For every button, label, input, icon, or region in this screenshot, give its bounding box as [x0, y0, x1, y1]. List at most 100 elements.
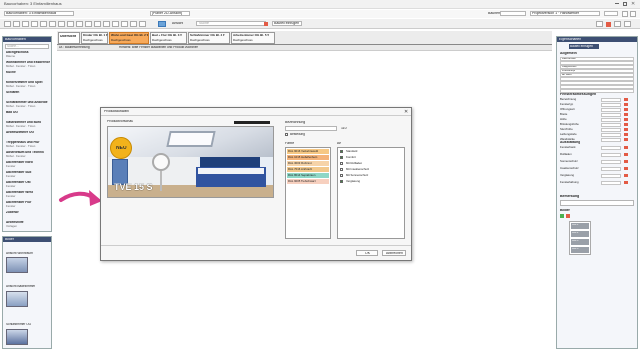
tree-item[interactable]: Kinderzimmer und Spiel [6, 81, 50, 84]
tool-button-4[interactable] [31, 21, 38, 27]
property-input[interactable] [601, 97, 621, 102]
tool-button-12[interactable] [103, 21, 110, 27]
property-reset-icon[interactable] [624, 133, 628, 136]
property-input[interactable] [601, 180, 621, 185]
property-input[interactable] [601, 152, 621, 157]
tool-button-10[interactable] [85, 21, 92, 27]
image-thumbnail-2[interactable] [6, 291, 28, 307]
color-option[interactable]: RAL 7016 Anthrazit [287, 167, 329, 172]
tool-button-3[interactable] [22, 21, 29, 27]
tree-item[interactable]: Dachfenster Süd [6, 171, 50, 174]
right-tool-2[interactable] [606, 22, 611, 27]
user-selector[interactable] [500, 11, 526, 16]
version-selector[interactable]: Projektversion 1 · Handwerker [530, 11, 600, 16]
tool-button-13[interactable] [112, 21, 119, 27]
tab-sheet-1[interactable]: Kinder OG Bl. 1 ▾ Dachgeschoss [81, 32, 108, 44]
tool-button-16[interactable] [139, 21, 146, 27]
property-input[interactable] [601, 117, 621, 122]
tree-item[interactable]: Dachfenster Nord [6, 161, 50, 164]
property-reset-icon[interactable] [624, 108, 628, 111]
tool-button-9[interactable] [76, 21, 83, 27]
tool-button-5[interactable] [40, 21, 47, 27]
general-input[interactable] [560, 61, 634, 65]
color-option[interactable]: RAL 8014 Sepiabraun [287, 173, 329, 178]
option-checkbox[interactable] [340, 168, 343, 171]
option-checkbox[interactable] [340, 150, 343, 153]
general-input[interactable]: Dachfenster [560, 57, 634, 61]
general-input[interactable]: Klappfenster [560, 65, 634, 69]
property-reset-icon[interactable] [624, 167, 628, 170]
property-input[interactable] [601, 107, 621, 112]
property-input[interactable] [601, 122, 621, 127]
image-thumbnail-3[interactable] [6, 329, 28, 345]
dimension-input[interactable] [285, 126, 337, 131]
property-reset-icon[interactable] [624, 146, 628, 149]
image-thumb[interactable]: Bild 1 [571, 223, 589, 229]
tree-item[interactable]: Schlafen [6, 91, 50, 94]
property-input[interactable] [601, 159, 621, 164]
general-input[interactable]: Druckknopf [560, 69, 634, 73]
property-reset-icon[interactable] [624, 98, 628, 101]
tool-button-11[interactable] [94, 21, 101, 27]
general-input[interactable]: ab Werk [560, 73, 634, 77]
tab-sheet-2[interactable]: Wohn und Gast OG Bl. 2 ▾ Dachgeschoss [109, 32, 149, 44]
tool-button-7[interactable] [58, 21, 65, 27]
option-checkbox[interactable] [340, 174, 343, 177]
tree-item[interactable]: Arbeitszimmer OG [6, 131, 50, 134]
search-input[interactable]: Suche [196, 21, 266, 26]
property-reset-icon[interactable] [624, 160, 628, 163]
view-toggle-button[interactable] [158, 21, 166, 27]
tree-item[interactable]: Bad OG [6, 111, 50, 114]
close-icon[interactable]: ✕ [631, 1, 635, 7]
right-tool-3[interactable] [614, 21, 621, 27]
property-reset-icon[interactable] [624, 181, 628, 184]
settings-button[interactable] [622, 11, 628, 17]
help-button[interactable] [630, 11, 636, 17]
zoom-selector[interactable] [604, 11, 618, 16]
tree-search-input[interactable]: Suche... [5, 44, 49, 49]
tree-item[interactable]: Küche [6, 71, 50, 74]
tree-item[interactable]: Dachfenster Ost [6, 181, 50, 184]
option-checkbox[interactable] [340, 156, 343, 159]
remark-input[interactable] [560, 200, 634, 206]
option-checkbox[interactable] [340, 162, 343, 165]
tab-sheet-5[interactable]: Arbeitszimmer OG Bl. 5 ▾ Dachgeschoss [231, 32, 275, 44]
option-checkbox[interactable] [340, 180, 343, 183]
maximize-icon[interactable] [623, 2, 627, 6]
tab-overview[interactable]: Übersicht [58, 32, 80, 44]
tree-item[interactable]: Wohnzimmer und Essbereich [6, 61, 50, 64]
project-selector[interactable]: Bauvorhaben: 3 Einfamilienhaus [4, 11, 74, 16]
tool-button-8[interactable] [67, 21, 74, 27]
general-input[interactable] [560, 85, 634, 89]
property-reset-icon[interactable] [624, 128, 628, 131]
property-reset-icon[interactable] [624, 174, 628, 177]
tree-item[interactable]: Dachgeschoss [6, 51, 50, 54]
property-input[interactable] [601, 127, 621, 132]
tab-sheet-3[interactable]: Bad + Flur OG Bl. 3 ▾ Dachgeschoss [150, 32, 187, 44]
color-option[interactable]: RAL 3003 Rubinrot [287, 161, 329, 166]
right-tool-1[interactable] [596, 21, 603, 27]
property-reset-icon[interactable] [624, 153, 628, 156]
property-reset-icon[interactable] [624, 118, 628, 121]
window-controls[interactable]: ✕ [615, 1, 637, 7]
tree-item[interactable]: Gästezimmer und Büro [6, 121, 50, 124]
tool-button-1[interactable] [4, 21, 11, 27]
tool-button-2[interactable] [13, 21, 20, 27]
image-thumb[interactable]: Bild 4 [571, 247, 589, 253]
image-thumb[interactable]: Bild 3 [571, 239, 589, 245]
property-input[interactable] [601, 132, 621, 137]
cancel-button[interactable]: Abbrechen [382, 250, 406, 256]
property-reset-icon[interactable] [624, 103, 628, 106]
minimize-icon[interactable] [615, 3, 619, 4]
insert-component-panel-button[interactable]: Bauteil einfügen [569, 44, 599, 49]
right-tool-4[interactable] [624, 21, 631, 27]
tree-item[interactable]: Dachfenster West [6, 191, 50, 194]
insert-component-button[interactable]: Bauteil einfügen [272, 21, 302, 26]
image-thumbnail-1[interactable] [6, 257, 28, 273]
general-input[interactable] [560, 89, 634, 93]
color-option[interactable]: RAL 1015 Hellelfenbein [287, 155, 329, 160]
image-thumb[interactable]: Bild 2 [571, 231, 589, 237]
tab-sheet-4[interactable]: Schlafzimmer OG Bl. 4 ▾ Dachgeschoss [188, 32, 230, 44]
property-input[interactable] [601, 166, 621, 171]
property-input[interactable] [601, 145, 621, 150]
